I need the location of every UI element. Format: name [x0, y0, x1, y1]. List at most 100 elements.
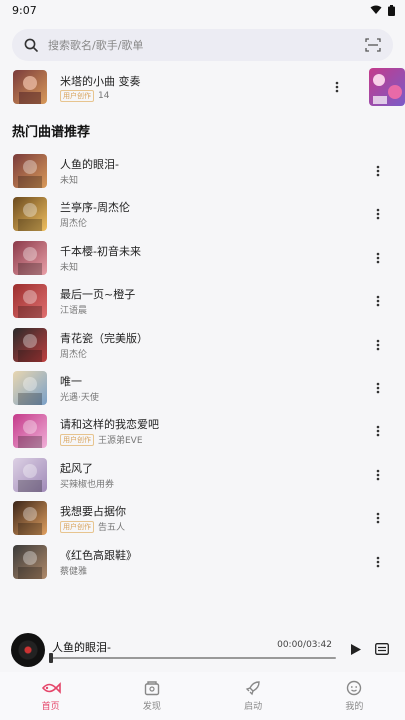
play-button[interactable]: [347, 640, 365, 658]
section-title: 热门曲谱推荐: [12, 125, 91, 140]
album-disc-icon[interactable]: [11, 633, 45, 667]
song-list-item[interactable]: 人鱼的眼泪- 未知: [0, 150, 405, 193]
playlist-icon: [375, 643, 389, 655]
song-meta: 周杰伦: [60, 347, 87, 360]
more-vertical-icon: [376, 165, 380, 177]
search-placeholder: 搜索歌名/歌手/歌单: [48, 39, 144, 52]
tab-home[interactable]: 首页: [0, 672, 101, 720]
more-vertical-icon: [376, 339, 380, 350]
song-title: 起风了: [60, 461, 93, 475]
song-artist: 告五人: [98, 523, 126, 534]
song-title: 最后一页~橙子: [60, 288, 136, 302]
song-title: 米塔的小曲 变奏: [60, 75, 141, 88]
song-artist: 江语晨: [60, 306, 88, 317]
song-cover: [13, 327, 47, 362]
song-cover: [13, 501, 47, 536]
song-meta: 周杰伦: [60, 216, 87, 229]
more-vertical-icon: [376, 252, 380, 264]
tab-launch[interactable]: 启动: [203, 672, 304, 720]
song-list-item[interactable]: 最后一页~橙子 江语晨: [0, 280, 405, 323]
progress-bar[interactable]: [52, 657, 336, 659]
bottom-tab-bar: 首页 发现 启动 我的: [0, 672, 405, 720]
song-meta: 蔡健雅: [60, 564, 87, 577]
song-cover: [13, 371, 47, 405]
song-artist: 未知: [60, 176, 79, 186]
search-bar[interactable]: 搜索歌名/歌手/歌单: [12, 29, 393, 61]
floating-cover-art[interactable]: [369, 68, 405, 106]
song-artist: 王源弟EVE: [98, 436, 143, 447]
user-created-badge: 用户创作: [60, 520, 94, 533]
song-meta: 用户创作 14: [60, 90, 109, 102]
profile-face-icon: [347, 680, 362, 696]
search-icon: [24, 38, 38, 52]
song-cover: [13, 70, 47, 104]
more-vertical-icon: [376, 469, 380, 481]
song-artist: 周杰伦: [60, 349, 88, 360]
song-title: 千本樱-初音未来: [60, 244, 141, 258]
song-list-item[interactable]: 千本樱-初音未来 未知: [0, 237, 405, 280]
song-title: 我想要占据你: [60, 505, 126, 519]
list-item-top[interactable]: 米塔的小曲 变奏 用户创作 14: [0, 66, 405, 110]
song-title: 唯一: [60, 375, 82, 388]
song-list-item[interactable]: 《红色高跟鞋》 蔡健雅: [0, 541, 405, 584]
song-meta: 江语晨: [60, 303, 87, 316]
more-vertical-icon: [376, 209, 380, 220]
scan-icon[interactable]: [365, 38, 381, 52]
more-options-button[interactable]: [371, 205, 385, 223]
song-meta: 用户创作 告五人: [60, 520, 125, 533]
more-vertical-icon: [376, 382, 380, 394]
song-artist: 未知: [60, 262, 79, 273]
more-options-button[interactable]: [371, 466, 385, 484]
battery-icon: [388, 4, 395, 16]
status-icons: [370, 4, 395, 16]
song-title: 《红色高跟鞋》: [60, 548, 137, 562]
song-list-item[interactable]: 起风了 买辣椒也用券: [0, 454, 405, 497]
more-vertical-icon: [335, 81, 339, 93]
player-time: 00:00/03:42: [277, 640, 332, 650]
song-list-item[interactable]: 请和这样的我恋爱吧 用户创作 王源弟EVE: [0, 410, 405, 453]
more-options-button[interactable]: [371, 336, 385, 354]
song-artist: 周杰伦: [60, 219, 88, 230]
song-list-item[interactable]: 我想要占据你 用户创作 告五人: [0, 497, 405, 540]
more-vertical-icon: [376, 426, 380, 437]
play-icon: [351, 643, 361, 655]
song-cover: [13, 414, 47, 449]
tab-discover[interactable]: 发现: [101, 672, 202, 720]
song-list-item[interactable]: 唯一光遇·天使: [0, 367, 405, 410]
song-meta: 光遇·天使: [60, 390, 99, 403]
tab-profile[interactable]: 我的: [304, 672, 405, 720]
discover-icon: [144, 681, 160, 696]
song-meta: 未知: [60, 173, 78, 186]
mini-player[interactable]: 人鱼的眼泪- 00:00/03:42: [0, 626, 405, 672]
play-count: 14: [98, 91, 110, 101]
tab-label: 启动: [244, 702, 263, 712]
more-options-button[interactable]: [371, 249, 385, 267]
song-title: 请和这样的我恋爱吧: [60, 418, 159, 432]
song-list-item[interactable]: 兰亭序-周杰伦 周杰伦: [0, 193, 405, 236]
more-options-button[interactable]: [371, 509, 385, 527]
song-list-item[interactable]: 青花瓷（完美版） 周杰伦: [0, 324, 405, 367]
song-cover: [13, 197, 47, 232]
song-artist: 买辣椒也用券: [60, 479, 115, 490]
song-cover: [13, 154, 47, 188]
playlist-button[interactable]: [373, 640, 391, 658]
song-meta: 用户创作 王源弟EVE: [60, 433, 143, 446]
user-created-badge: 用户创作: [60, 90, 94, 102]
song-cover: [13, 240, 47, 275]
progress-handle[interactable]: [49, 653, 53, 663]
more-options-button[interactable]: [330, 78, 344, 96]
more-options-button[interactable]: [371, 422, 385, 440]
player-title: 人鱼的眼泪-: [52, 641, 111, 654]
user-created-badge: 用户创作: [60, 433, 94, 446]
more-vertical-icon: [376, 295, 380, 307]
more-options-button[interactable]: [371, 162, 385, 180]
more-options-button[interactable]: [371, 379, 385, 397]
song-title: 人鱼的眼泪-: [60, 158, 119, 171]
tab-label: 发现: [142, 702, 161, 712]
tab-label: 首页: [41, 702, 60, 712]
more-vertical-icon: [376, 556, 380, 567]
song-cover: [13, 457, 47, 492]
more-options-button[interactable]: [371, 292, 385, 310]
home-fish-icon: [41, 682, 61, 694]
more-options-button[interactable]: [371, 553, 385, 571]
